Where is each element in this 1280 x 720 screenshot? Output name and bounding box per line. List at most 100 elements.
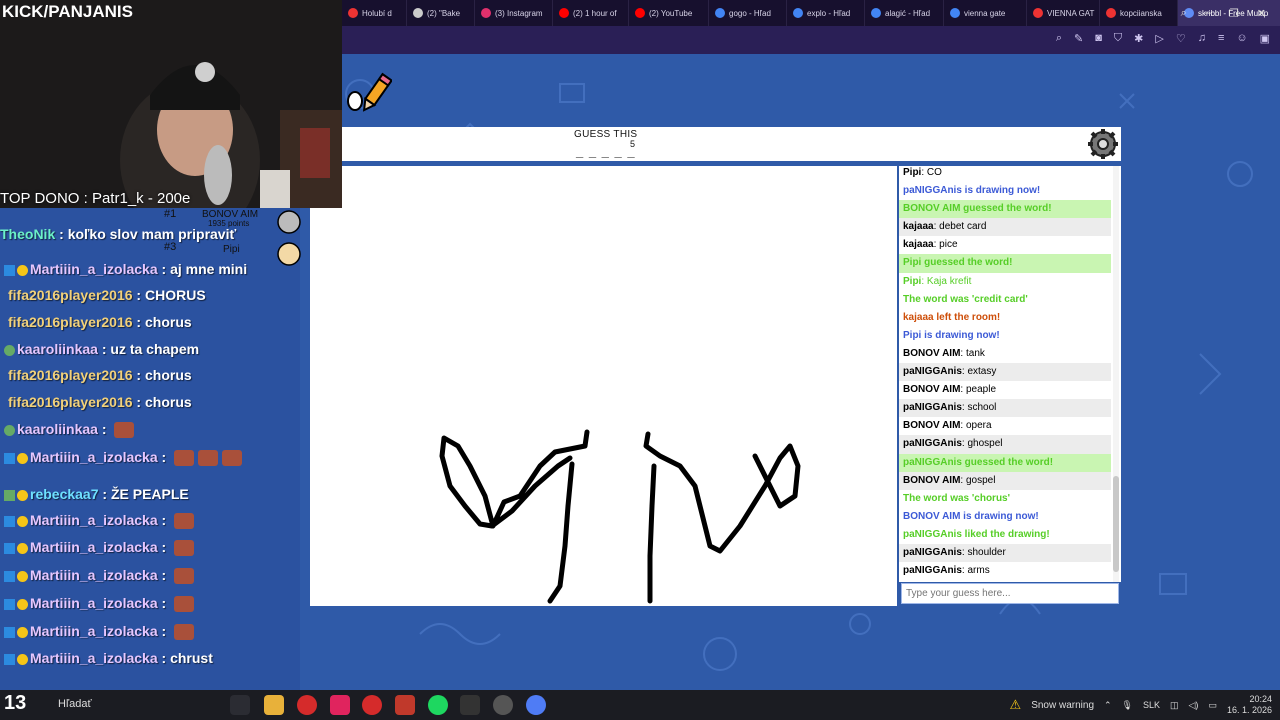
chat-text: Pipi is drawing now! (903, 329, 1000, 341)
bell-icon[interactable]: ♫ (1198, 32, 1206, 45)
obs-icon[interactable] (493, 695, 513, 715)
browser-tab[interactable]: (2) "Bake (407, 0, 475, 26)
snow-warning[interactable]: Snow warning (1031, 700, 1094, 711)
drawing-canvas[interactable] (310, 166, 897, 606)
tab-label: VIENNA GAT (1047, 8, 1095, 18)
opera-icon[interactable] (362, 695, 382, 715)
tab-favicon-icon (559, 8, 569, 18)
chat-message: paNIGGAnis is drawing now! (899, 182, 1111, 200)
tf-app-icon[interactable] (395, 695, 415, 715)
browser-tab[interactable]: gogo - Hľad (709, 0, 787, 26)
minimize-icon[interactable]: – (1205, 7, 1211, 19)
browser-tab[interactable]: Holubí d (342, 0, 407, 26)
chat-author: Pipi (903, 275, 922, 287)
sub-badge-icon (17, 542, 28, 554)
network-icon[interactable]: ◫ (1170, 700, 1179, 711)
channel-tag: KICK/PANJANIS (2, 2, 133, 21)
emote-icon (174, 568, 195, 585)
profile-icon[interactable]: ☺ (1236, 32, 1247, 45)
browser-tab[interactable]: kopciianska (1100, 0, 1178, 26)
windows-taskbar: 13 Hľadať ⚠ Snow warning ⌃ 🎙 SLK ◫ ◁) ▭ … (0, 690, 1280, 720)
chat-author: paNIGGAnis (903, 366, 962, 378)
weather-badge[interactable]: 13 (4, 692, 26, 715)
tray-arrow-icon[interactable]: ⌃ (1104, 700, 1112, 711)
game-chat[interactable]: Pipi: CO paNIGGAnis is drawing now! BONOV … (899, 166, 1121, 582)
browser-tab[interactable]: VIENNA GAT (1027, 0, 1100, 26)
stream-chat-message: kaaroliinkaa : (4, 421, 135, 439)
stream-chat-message: rebeckaa7 : ŽE PEAPLE (4, 486, 189, 502)
stream-chat-nick: fifa2016player2016 (8, 394, 133, 410)
chat-badge-icon (4, 489, 15, 501)
battery-icon[interactable]: ▭ (1208, 700, 1217, 711)
microphone-icon[interactable]: 🎙 (1122, 700, 1133, 711)
sidebar-icon[interactable]: ▣ (1260, 32, 1270, 45)
camera-icon[interactable]: ◙ (1095, 32, 1102, 45)
tiktok-icon[interactable] (330, 695, 350, 715)
guess-input[interactable] (901, 583, 1119, 604)
chat-badge-icon (4, 344, 15, 356)
stream-chat-text: uz ta chapem (110, 341, 200, 357)
browser-tab[interactable]: (3) Instagram (475, 0, 553, 26)
taskbar-search[interactable]: Hľadať (58, 698, 92, 710)
toolbar-icons: ⌕ ✎ ◙ ⛉ ✱ ▷ ♡ ♫ ≡ ☺ ▣ (1056, 32, 1270, 45)
browser-tab[interactable]: vienna gate (944, 0, 1027, 26)
volume-icon[interactable]: ◁) (1189, 700, 1199, 711)
menu-icon[interactable]: ≡ (1218, 32, 1224, 45)
spotify-icon[interactable] (428, 695, 448, 715)
opera-gx-icon[interactable] (297, 695, 317, 715)
zoom-icon[interactable]: ⌕ (1056, 32, 1062, 45)
messenger-icon[interactable] (526, 695, 546, 715)
restore-icon[interactable]: ❐ (1229, 7, 1239, 20)
warning-icon[interactable]: ⚠ (1010, 697, 1022, 713)
language-indicator[interactable]: SLK (1143, 700, 1160, 710)
chat-author: paNIGGAnis (903, 402, 962, 414)
heart-icon[interactable]: ♡ (1176, 32, 1186, 45)
close-icon[interactable]: ✕ (1257, 7, 1266, 20)
epic-games-icon[interactable] (460, 695, 480, 715)
chat-author: BONOV AIM (903, 474, 961, 486)
shield-icon[interactable]: ⛉ (1114, 32, 1122, 45)
chat-text: paNIGGAnis is drawing now! (903, 185, 1041, 197)
play-icon[interactable]: ▷ (1155, 32, 1163, 45)
browser-tab[interactable]: explo - Hľad (787, 0, 865, 26)
stream-chat-separator: : (157, 567, 171, 583)
stream-chat-nick: fifa2016player2016 (8, 287, 133, 303)
tab-label: alagić - Hľad (885, 8, 931, 18)
file-explorer-icon[interactable] (264, 695, 284, 715)
stream-chat-separator: : (97, 421, 111, 437)
edit-icon[interactable]: ✎ (1074, 32, 1083, 45)
chat-message: BONOV AIM: gospel (899, 471, 1111, 490)
chat-message: The word was 'chorus' (899, 490, 1111, 508)
extensions-icon[interactable]: ✱ (1134, 32, 1143, 45)
chat-author: paNIGGAnis (903, 546, 962, 558)
clock[interactable]: 20:24 16. 1. 2026 (1227, 694, 1272, 716)
chat-message: paNIGGAnis: school (899, 399, 1111, 418)
stream-chat-message: Martiiin_a_izolacka : (4, 539, 195, 557)
settings-gear-icon[interactable] (1087, 128, 1119, 160)
search-tabs-icon[interactable]: ⌕ (1181, 7, 1187, 20)
browser-tab[interactable]: (2) 1 hour of (553, 0, 629, 26)
chat-text: BONOV AIM guessed the word! (903, 203, 1052, 215)
tab-favicon-icon (481, 8, 491, 18)
word-hint: _ _ _ _ _ (576, 144, 636, 159)
stream-chat-message: TheoNik : koľko slov mam pripraviť (0, 226, 236, 242)
stream-chat-text: aj mne mini (170, 261, 248, 277)
stream-chat-nick: fifa2016player2016 (8, 314, 133, 330)
sub-badge-icon (17, 452, 28, 464)
stream-chat-nick: Martiiin_a_izolacka (30, 539, 158, 555)
chat-author: BONOV AIM (903, 420, 961, 432)
clock-date: 16. 1. 2026 (1226, 705, 1272, 715)
chat-scrollbar-thumb[interactable] (1113, 476, 1119, 572)
browser-tab[interactable]: (2) YouTube (629, 0, 709, 26)
window-controls: ⌕ – ❐ ✕ (1181, 0, 1280, 26)
chat-badge-icon (4, 542, 15, 554)
chat-message: Pipi guessed the word! (899, 254, 1111, 273)
chat-message: The word was 'credit card' (899, 291, 1111, 309)
sub-badge-icon (17, 626, 28, 638)
browser-tab[interactable]: alagić - Hľad (865, 0, 944, 26)
stream-chat-nick: Martiiin_a_izolacka (30, 650, 158, 666)
stream-chat-message: fifa2016player2016 : chorus (8, 394, 192, 410)
task-view-icon[interactable] (230, 695, 250, 715)
stream-chat-separator: : (157, 512, 171, 528)
stream-chat-nick: Martiiin_a_izolacka (30, 595, 158, 611)
